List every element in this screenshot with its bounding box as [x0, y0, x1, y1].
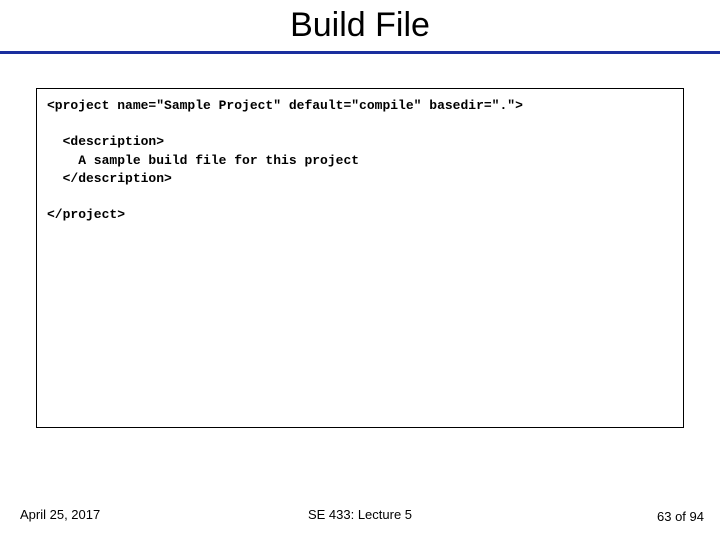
footer-date: April 25, 2017: [20, 507, 100, 522]
footer-page-indicator: 63 of 94: [657, 509, 704, 524]
title-divider: [0, 51, 720, 54]
page-sep: of: [671, 509, 689, 524]
code-example: <project name="Sample Project" default="…: [36, 88, 684, 428]
slide-title: Build File: [0, 6, 720, 45]
page-total: 94: [690, 509, 704, 524]
footer-course: SE 433: Lecture 5: [308, 507, 412, 522]
page-current: 63: [657, 509, 671, 524]
